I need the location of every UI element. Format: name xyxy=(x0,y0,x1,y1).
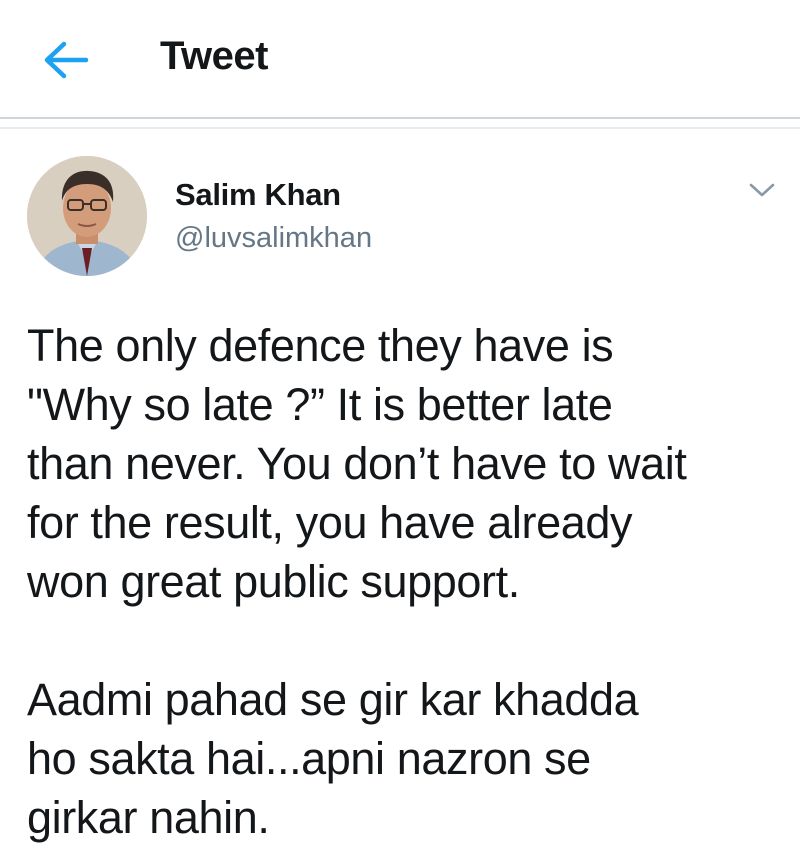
page-title: Tweet xyxy=(160,34,268,78)
tweet-line: "Why so late ?” It is better late xyxy=(27,379,613,430)
profile-photo xyxy=(27,156,147,276)
tweet-screen: Tweet Salim Khan @luvsalimkhan The only … xyxy=(0,0,800,864)
author-name[interactable]: Salim Khan xyxy=(175,177,341,213)
tweet-line: girkar nahin. xyxy=(27,792,270,843)
author-handle[interactable]: @luvsalimkhan xyxy=(175,222,372,255)
top-bar: Tweet xyxy=(0,0,800,118)
tweet-line: The only defence they have is xyxy=(27,320,614,371)
chevron-down-icon xyxy=(749,183,775,197)
tweet-line: Aadmi pahad se gir kar khadda xyxy=(27,674,639,725)
tweet-line: than never. You don’t have to wait xyxy=(27,438,687,489)
back-button[interactable] xyxy=(38,36,92,84)
avatar[interactable] xyxy=(27,156,147,276)
tweet-menu-button[interactable] xyxy=(744,176,780,204)
arrow-left-icon xyxy=(44,41,88,79)
tweet-line: for the result, you have already xyxy=(27,497,633,548)
tweet-line: ho sakta hai...apni nazron se xyxy=(27,733,591,784)
tweet-line: won great public support. xyxy=(27,556,520,607)
header-divider xyxy=(0,117,800,119)
tweet-text: The only defence they have is "Why so la… xyxy=(27,316,787,847)
header-divider-shadow xyxy=(0,127,800,129)
